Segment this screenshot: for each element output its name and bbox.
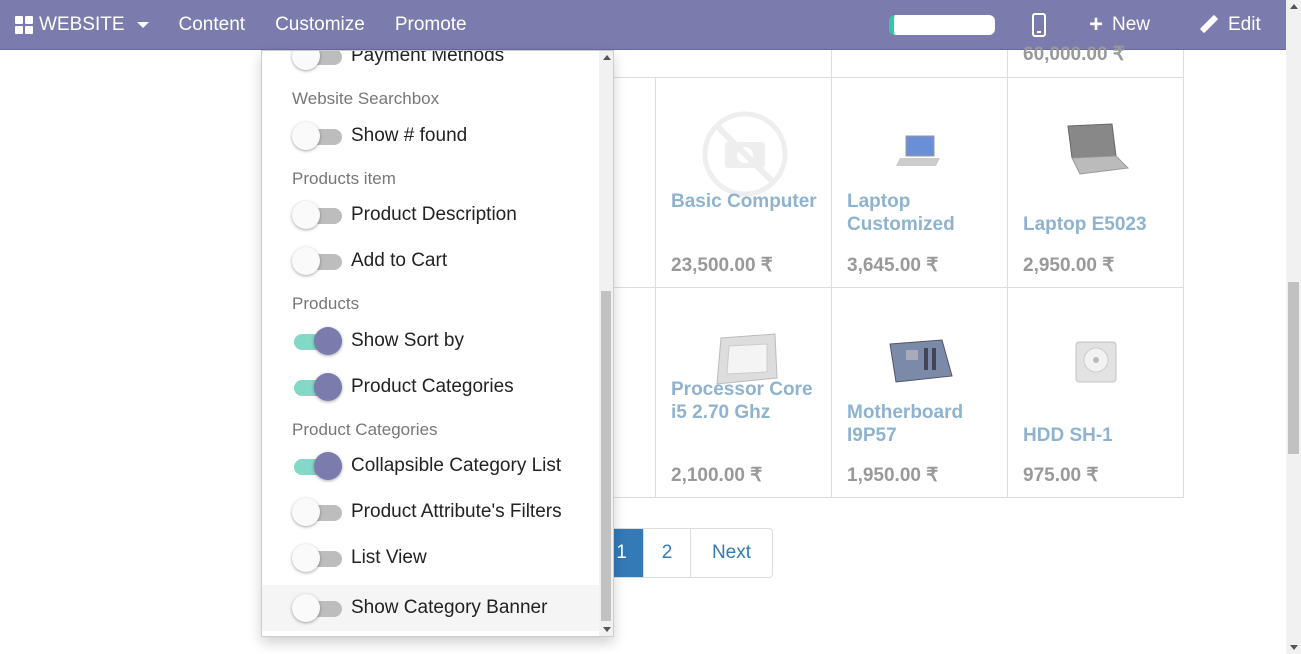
toggle-switch[interactable] — [292, 51, 342, 70]
option-collapsible-category-list[interactable]: Collapsible Category List — [262, 443, 600, 489]
motherboard-image — [889, 339, 953, 383]
option-product-description[interactable]: Product Description — [262, 192, 600, 238]
page-2-button[interactable]: 2 — [644, 529, 691, 577]
scrollbar-thumb[interactable] — [1288, 282, 1299, 454]
page-scrollbar[interactable] — [1286, 0, 1301, 654]
product-card[interactable]: Basic Computer 23,500.00 ₹ — [655, 78, 831, 288]
option-label: Show # found — [351, 125, 468, 146]
mobile-preview-icon[interactable] — [1032, 13, 1046, 37]
option-show-found[interactable]: Show # found — [262, 113, 600, 159]
option-add-to-cart[interactable]: Add to Cart — [262, 238, 600, 284]
product-card[interactable]: Laptop Customized 3,645.00 ₹ — [831, 78, 1007, 288]
panel-scrollbar[interactable] — [599, 51, 613, 636]
apps-grid-icon — [15, 16, 33, 34]
product-cell — [605, 50, 831, 78]
option-label: Show Sort by — [351, 330, 464, 351]
product-price: 60,000.00 ₹ — [1023, 44, 1125, 65]
toggle-switch[interactable] — [292, 594, 342, 622]
section-heading: Website Searchbox — [292, 89, 440, 108]
option-label: Product Description — [351, 204, 517, 225]
product-cell — [831, 50, 1007, 78]
next-page-button[interactable]: Next — [691, 529, 772, 577]
option-list-view[interactable]: List View — [262, 535, 600, 581]
option-label: Product Attribute's Filters — [351, 501, 562, 522]
option-label: Show Category Banner — [351, 597, 548, 618]
option-payment-methods[interactable]: Payment Methods — [262, 50, 600, 79]
scroll-down-arrow-icon[interactable] — [1290, 645, 1298, 650]
product-card[interactable]: Laptop E5023 2,950.00 ₹ — [1007, 78, 1184, 288]
option-attribute-filters[interactable]: Product Attribute's Filters — [262, 489, 600, 535]
section-heading: Product Categories — [292, 420, 438, 439]
progress-bar — [889, 15, 995, 35]
product-name[interactable]: Motherboard I9P57 — [847, 401, 1007, 447]
option-product-categories[interactable]: Product Categories — [262, 364, 600, 410]
product-price: 3,645.00 ₹ — [847, 255, 939, 276]
edit-button[interactable]: Edit — [1200, 0, 1261, 50]
toggle-switch[interactable] — [292, 327, 342, 355]
option-show-sort-by[interactable]: Show Sort by — [262, 318, 600, 364]
product-name[interactable]: Basic Computer — [671, 190, 817, 213]
laptop-image — [1067, 123, 1130, 175]
product-name[interactable]: Laptop Customized — [847, 190, 1007, 236]
product-price: 2,950.00 ₹ — [1023, 255, 1115, 276]
website-menu-label: WEBSITE — [39, 14, 125, 35]
product-name[interactable]: Processor Core i5 2.70 Ghz — [671, 378, 831, 424]
option-label: Payment Methods — [351, 50, 505, 66]
edit-button-label: Edit — [1228, 14, 1261, 35]
pencil-icon — [1200, 16, 1218, 34]
toggle-switch[interactable] — [292, 247, 342, 275]
option-show-category-banner[interactable]: Show Category Banner — [262, 585, 600, 631]
option-label: List View — [351, 547, 427, 568]
toggle-switch[interactable] — [292, 122, 342, 150]
toggle-switch[interactable] — [292, 452, 342, 480]
product-card[interactable]: HDD SH-1 975.00 ₹ — [1007, 288, 1184, 498]
menu-content[interactable]: Content — [179, 14, 246, 36]
scroll-up-arrow-icon[interactable] — [603, 55, 611, 60]
toggle-switch[interactable] — [292, 373, 342, 401]
product-card[interactable]: Motherboard I9P57 1,950.00 ₹ — [831, 288, 1007, 498]
product-price: 1,950.00 ₹ — [847, 465, 939, 486]
laptop-image — [896, 135, 940, 166]
toggle-switch[interactable] — [292, 498, 342, 526]
scrollbar-thumb[interactable] — [601, 291, 611, 621]
product-price: 975.00 ₹ — [1023, 465, 1099, 486]
product-name[interactable]: Laptop E5023 — [1023, 213, 1147, 236]
product-cell[interactable]: 60,000.00 ₹ — [1007, 44, 1184, 78]
option-label: Add to Cart — [351, 250, 448, 271]
section-heading: Products item — [292, 169, 396, 188]
option-label: Collapsible Category List — [351, 455, 562, 476]
menu-promote[interactable]: Promote — [395, 14, 467, 36]
product-price: 2,100.00 ₹ — [671, 465, 763, 486]
caret-down-icon — [136, 22, 149, 28]
product-name[interactable]: HDD SH-1 — [1023, 424, 1113, 447]
section-heading: Products — [292, 294, 360, 313]
scroll-down-arrow-icon[interactable] — [603, 627, 611, 632]
hdd-image — [1075, 341, 1117, 383]
plus-icon: + — [1089, 11, 1104, 38]
option-label: Product Categories — [351, 376, 514, 397]
scroll-up-arrow-icon[interactable] — [1290, 4, 1298, 9]
toggle-switch[interactable] — [292, 201, 342, 229]
menu-customize[interactable]: Customize — [275, 14, 365, 36]
product-card[interactable]: Processor Core i5 2.70 Ghz 2,100.00 ₹ — [655, 288, 831, 498]
website-menu-button[interactable]: WEBSITE — [15, 14, 149, 36]
customize-dropdown: Payment Methods Website Searchbox Show #… — [261, 50, 614, 637]
pagination: 1 2 Next — [599, 528, 773, 578]
new-button-label: New — [1112, 14, 1151, 35]
product-price: 23,500.00 ₹ — [671, 255, 773, 276]
no-image-icon — [702, 111, 788, 197]
toggle-switch[interactable] — [292, 544, 342, 572]
